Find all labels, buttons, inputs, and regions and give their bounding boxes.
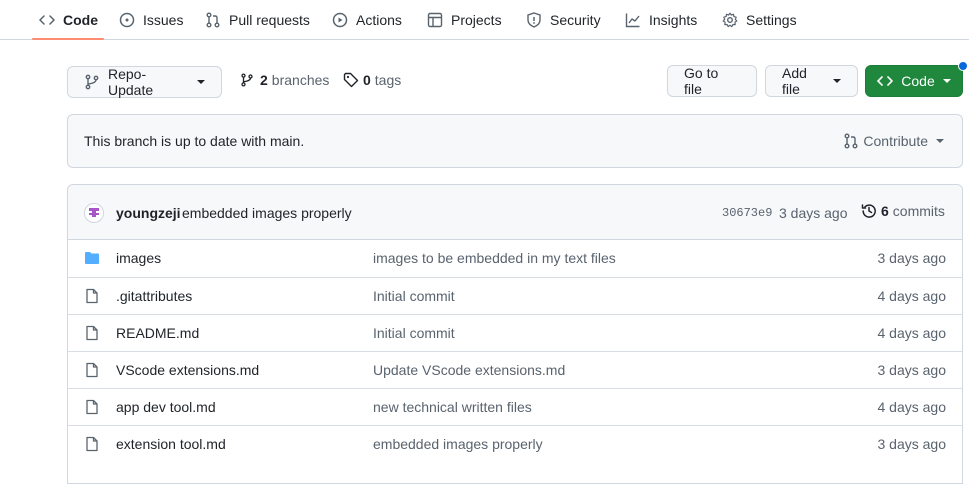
- notification-dot: [958, 61, 968, 71]
- file-icon: [84, 436, 100, 452]
- file-commit-time: 3 days ago: [877, 362, 947, 378]
- tags-label: tags: [374, 72, 402, 88]
- tab-label: Projects: [451, 12, 502, 28]
- file-icon: [84, 399, 100, 415]
- tab-projects[interactable]: Projects: [427, 0, 502, 40]
- table-row[interactable]: app dev tool.md new technical written fi…: [68, 388, 962, 425]
- file-commit-message[interactable]: new technical written files: [373, 399, 532, 415]
- chevron-down-icon: [942, 79, 951, 83]
- play-icon: [332, 12, 348, 28]
- branch-status-text: This branch is up to date with main.: [84, 133, 305, 149]
- table-row[interactable]: images images to be embedded in my text …: [68, 240, 962, 277]
- branch-icon: [84, 74, 100, 90]
- commit-message[interactable]: embedded images properly: [182, 205, 352, 221]
- chevron-down-icon: [936, 139, 944, 143]
- tab-label: Insights: [649, 12, 698, 28]
- tab-actions[interactable]: Actions: [332, 0, 402, 40]
- file-commit-message[interactable]: Initial commit: [373, 325, 455, 341]
- tag-icon: [343, 72, 359, 88]
- tab-label: Security: [550, 12, 601, 28]
- commit-hash[interactable]: 30673e9: [722, 206, 772, 220]
- file-icon: [84, 362, 100, 378]
- tab-label: Actions: [356, 12, 402, 28]
- table-icon: [427, 12, 443, 28]
- contribute-button[interactable]: Contribute: [843, 133, 944, 149]
- tab-label: Pull requests: [229, 12, 310, 28]
- tags-count: 0: [363, 72, 371, 88]
- chevron-down-icon: [197, 80, 205, 84]
- repo-nav: Code Issues Pull requests Actions Projec…: [0, 0, 969, 40]
- file-icon: [84, 288, 100, 304]
- active-tab-underline: [32, 38, 104, 40]
- pull-request-icon: [843, 133, 859, 149]
- branch-name: Repo-Update: [108, 66, 154, 98]
- table-row[interactable]: .gitattributes Initial commit 4 days ago: [68, 277, 962, 314]
- commits-label: commits: [892, 203, 945, 219]
- tab-issues[interactable]: Issues: [119, 0, 183, 40]
- issue-icon: [119, 12, 135, 28]
- file-name[interactable]: extension tool.md: [116, 436, 226, 452]
- add-file-label: Add file: [782, 65, 807, 97]
- go-to-file-label: Go to file: [684, 65, 719, 97]
- gear-icon: [722, 12, 738, 28]
- code-icon: [39, 12, 55, 28]
- branches-label: branches: [271, 72, 330, 88]
- file-commit-time: 3 days ago: [877, 436, 947, 452]
- file-commit-message[interactable]: Update VScode extensions.md: [373, 362, 565, 378]
- contribute-label: Contribute: [863, 133, 928, 149]
- file-commit-message[interactable]: images to be embedded in my text files: [373, 250, 616, 266]
- commit-time: 3 days ago: [779, 205, 848, 221]
- tab-pull-requests[interactable]: Pull requests: [205, 0, 310, 40]
- file-name[interactable]: VScode extensions.md: [116, 362, 259, 378]
- code-icon: [877, 73, 894, 89]
- commits-history-link[interactable]: 6 commits: [861, 203, 945, 219]
- tab-code[interactable]: Code: [39, 0, 98, 40]
- branch-icon: [240, 72, 254, 88]
- branches-link[interactable]: 2 branches: [240, 70, 329, 90]
- tab-label: Settings: [746, 12, 797, 28]
- history-icon: [861, 203, 877, 219]
- file-commit-time: 4 days ago: [877, 288, 947, 304]
- file-name[interactable]: app dev tool.md: [116, 399, 216, 415]
- branch-status-banner: This branch is up to date with main. Con…: [67, 114, 963, 168]
- table-row[interactable]: extension tool.md embedded images proper…: [68, 425, 962, 462]
- tab-insights[interactable]: Insights: [625, 0, 697, 40]
- latest-commit-bar: youngzeji embedded images properly 30673…: [68, 185, 962, 240]
- branch-select-button[interactable]: Repo-Update: [67, 66, 222, 98]
- commit-author[interactable]: youngzeji: [116, 205, 181, 221]
- tab-security[interactable]: Security: [526, 0, 601, 40]
- file-commit-time: 4 days ago: [877, 325, 947, 341]
- file-name[interactable]: .gitattributes: [116, 288, 192, 304]
- commits-count: 6: [881, 203, 889, 219]
- file-list: youngzeji embedded images properly 30673…: [67, 184, 963, 484]
- graph-icon: [625, 12, 641, 28]
- code-button-label: Code: [901, 73, 935, 89]
- tab-label: Code: [63, 12, 98, 28]
- tab-settings[interactable]: Settings: [722, 0, 797, 40]
- folder-icon: [84, 250, 100, 266]
- branches-count: 2: [260, 72, 268, 88]
- file-icon: [84, 325, 100, 341]
- tab-label: Issues: [143, 12, 184, 28]
- add-file-button[interactable]: Add file: [765, 65, 858, 97]
- file-commit-time: 4 days ago: [877, 399, 947, 415]
- file-name[interactable]: README.md: [116, 325, 199, 341]
- shield-icon: [526, 12, 542, 28]
- table-row[interactable]: README.md Initial commit 4 days ago: [68, 314, 962, 351]
- file-name[interactable]: images: [116, 250, 161, 266]
- pull-request-icon: [205, 12, 221, 28]
- tags-link[interactable]: 0 tags: [343, 70, 401, 90]
- file-commit-message[interactable]: embedded images properly: [373, 436, 543, 452]
- table-row[interactable]: VScode extensions.md Update VScode exten…: [68, 351, 962, 388]
- avatar[interactable]: [84, 203, 104, 223]
- go-to-file-button[interactable]: Go to file: [667, 65, 757, 97]
- file-commit-message[interactable]: Initial commit: [373, 288, 455, 304]
- code-button[interactable]: Code: [865, 65, 963, 97]
- file-commit-time: 3 days ago: [877, 250, 947, 266]
- chevron-down-icon: [833, 79, 841, 83]
